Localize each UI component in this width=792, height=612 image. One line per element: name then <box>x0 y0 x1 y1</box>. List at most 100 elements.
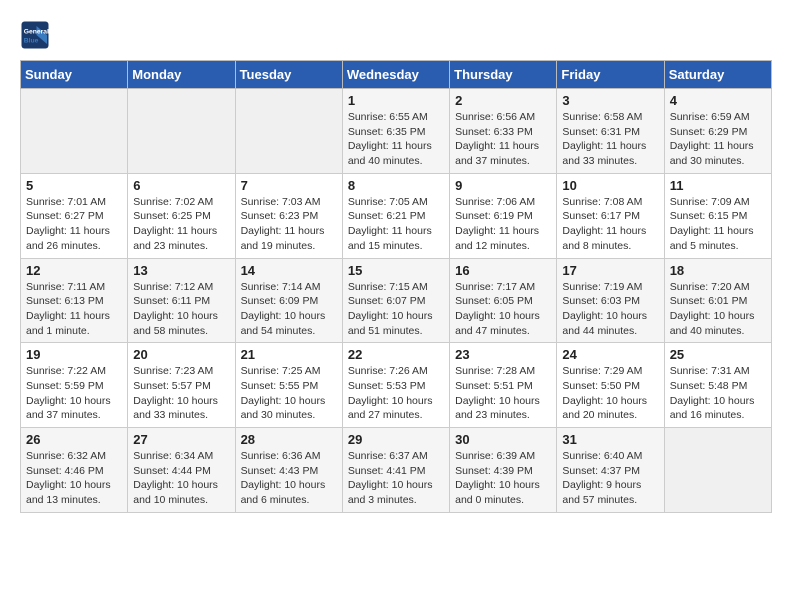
day-of-week-header: Thursday <box>450 61 557 89</box>
calendar-week-row: 26 Sunrise: 6:32 AM Sunset: 4:46 PM Dayli… <box>21 428 772 513</box>
calendar-day-cell: 6 Sunrise: 7:02 AM Sunset: 6:25 PM Daylig… <box>128 173 235 258</box>
day-number: 10 <box>562 178 658 193</box>
day-number: 7 <box>241 178 337 193</box>
day-number: 5 <box>26 178 122 193</box>
day-number: 23 <box>455 347 551 362</box>
calendar-week-row: 5 Sunrise: 7:01 AM Sunset: 6:27 PM Daylig… <box>21 173 772 258</box>
logo-icon: General Blue <box>20 20 50 50</box>
day-number: 4 <box>670 93 766 108</box>
svg-text:General: General <box>24 29 49 36</box>
day-of-week-header: Friday <box>557 61 664 89</box>
day-info: Sunrise: 7:19 AM Sunset: 6:03 PM Dayligh… <box>562 280 658 339</box>
calendar-day-cell: 20 Sunrise: 7:23 AM Sunset: 5:57 PM Dayli… <box>128 343 235 428</box>
calendar-day-cell: 26 Sunrise: 6:32 AM Sunset: 4:46 PM Dayli… <box>21 428 128 513</box>
day-info: Sunrise: 7:06 AM Sunset: 6:19 PM Dayligh… <box>455 195 551 254</box>
calendar-day-cell: 24 Sunrise: 7:29 AM Sunset: 5:50 PM Dayli… <box>557 343 664 428</box>
day-number: 15 <box>348 263 444 278</box>
day-info: Sunrise: 7:03 AM Sunset: 6:23 PM Dayligh… <box>241 195 337 254</box>
calendar-day-cell: 1 Sunrise: 6:55 AM Sunset: 6:35 PM Daylig… <box>342 89 449 174</box>
day-info: Sunrise: 7:01 AM Sunset: 6:27 PM Dayligh… <box>26 195 122 254</box>
day-of-week-header: Tuesday <box>235 61 342 89</box>
calendar-day-cell: 2Sunrise: 6:56 AM Sunset: 6:33 PM Daylig… <box>450 89 557 174</box>
calendar-day-cell: 12 Sunrise: 7:11 AM Sunset: 6:13 PM Dayli… <box>21 258 128 343</box>
day-info: Sunrise: 6:39 AM Sunset: 4:39 PM Dayligh… <box>455 449 551 508</box>
day-info: Sunrise: 7:25 AM Sunset: 5:55 PM Dayligh… <box>241 364 337 423</box>
calendar-day-cell: 22Sunrise: 7:26 AM Sunset: 5:53 PM Dayli… <box>342 343 449 428</box>
calendar-day-cell: 3 Sunrise: 6:58 AM Sunset: 6:31 PM Daylig… <box>557 89 664 174</box>
page-header: General Blue <box>20 20 772 50</box>
day-number: 19 <box>26 347 122 362</box>
calendar-week-row: 19 Sunrise: 7:22 AM Sunset: 5:59 PM Dayli… <box>21 343 772 428</box>
day-info: Sunrise: 6:37 AM Sunset: 4:41 PM Dayligh… <box>348 449 444 508</box>
day-info: Sunrise: 6:56 AM Sunset: 6:33 PM Dayligh… <box>455 110 551 169</box>
day-info: Sunrise: 6:32 AM Sunset: 4:46 PM Dayligh… <box>26 449 122 508</box>
calendar-day-cell: 30Sunrise: 6:39 AM Sunset: 4:39 PM Dayli… <box>450 428 557 513</box>
calendar-day-cell: 23 Sunrise: 7:28 AM Sunset: 5:51 PM Dayli… <box>450 343 557 428</box>
calendar-day-cell: 14 Sunrise: 7:14 AM Sunset: 6:09 PM Dayli… <box>235 258 342 343</box>
day-number: 28 <box>241 432 337 447</box>
day-of-week-header: Monday <box>128 61 235 89</box>
day-info: Sunrise: 7:02 AM Sunset: 6:25 PM Dayligh… <box>133 195 229 254</box>
calendar-week-row: 1 Sunrise: 6:55 AM Sunset: 6:35 PM Daylig… <box>21 89 772 174</box>
svg-text:Blue: Blue <box>24 38 39 45</box>
day-info: Sunrise: 7:28 AM Sunset: 5:51 PM Dayligh… <box>455 364 551 423</box>
day-info: Sunrise: 6:36 AM Sunset: 4:43 PM Dayligh… <box>241 449 337 508</box>
day-number: 6 <box>133 178 229 193</box>
day-info: Sunrise: 7:11 AM Sunset: 6:13 PM Dayligh… <box>26 280 122 339</box>
calendar-day-cell: 18Sunrise: 7:20 AM Sunset: 6:01 PM Dayli… <box>664 258 771 343</box>
day-info: Sunrise: 6:55 AM Sunset: 6:35 PM Dayligh… <box>348 110 444 169</box>
day-info: Sunrise: 7:05 AM Sunset: 6:21 PM Dayligh… <box>348 195 444 254</box>
calendar-day-cell: 4 Sunrise: 6:59 AM Sunset: 6:29 PM Daylig… <box>664 89 771 174</box>
calendar-day-cell: 25 Sunrise: 7:31 AM Sunset: 5:48 PM Dayli… <box>664 343 771 428</box>
calendar-day-cell: 7 Sunrise: 7:03 AM Sunset: 6:23 PM Daylig… <box>235 173 342 258</box>
day-info: Sunrise: 6:58 AM Sunset: 6:31 PM Dayligh… <box>562 110 658 169</box>
day-number: 14 <box>241 263 337 278</box>
day-number: 24 <box>562 347 658 362</box>
day-number: 27 <box>133 432 229 447</box>
day-number: 29 <box>348 432 444 447</box>
day-info: Sunrise: 7:12 AM Sunset: 6:11 PM Dayligh… <box>133 280 229 339</box>
day-info: Sunrise: 6:59 AM Sunset: 6:29 PM Dayligh… <box>670 110 766 169</box>
day-of-week-header: Sunday <box>21 61 128 89</box>
calendar-day-cell: 21 Sunrise: 7:25 AM Sunset: 5:55 PM Dayli… <box>235 343 342 428</box>
calendar-day-cell: 31Sunrise: 6:40 AM Sunset: 4:37 PM Dayli… <box>557 428 664 513</box>
calendar-day-cell: 5 Sunrise: 7:01 AM Sunset: 6:27 PM Daylig… <box>21 173 128 258</box>
calendar-day-cell: 16 Sunrise: 7:17 AM Sunset: 6:05 PM Dayli… <box>450 258 557 343</box>
calendar-day-cell: 28 Sunrise: 6:36 AM Sunset: 4:43 PM Dayli… <box>235 428 342 513</box>
day-number: 21 <box>241 347 337 362</box>
day-number: 1 <box>348 93 444 108</box>
day-number: 12 <box>26 263 122 278</box>
calendar-day-cell: 15 Sunrise: 7:15 AM Sunset: 6:07 PM Dayli… <box>342 258 449 343</box>
calendar-day-cell: 27Sunrise: 6:34 AM Sunset: 4:44 PM Dayli… <box>128 428 235 513</box>
calendar-header-row: SundayMondayTuesdayWednesdayThursdayFrid… <box>21 61 772 89</box>
calendar-day-cell: 9 Sunrise: 7:06 AM Sunset: 6:19 PM Daylig… <box>450 173 557 258</box>
calendar-week-row: 12 Sunrise: 7:11 AM Sunset: 6:13 PM Dayli… <box>21 258 772 343</box>
calendar-day-cell: 8 Sunrise: 7:05 AM Sunset: 6:21 PM Daylig… <box>342 173 449 258</box>
calendar-day-cell: 11 Sunrise: 7:09 AM Sunset: 6:15 PM Dayli… <box>664 173 771 258</box>
day-info: Sunrise: 7:15 AM Sunset: 6:07 PM Dayligh… <box>348 280 444 339</box>
day-number: 20 <box>133 347 229 362</box>
day-number: 26 <box>26 432 122 447</box>
day-number: 8 <box>348 178 444 193</box>
day-info: Sunrise: 7:17 AM Sunset: 6:05 PM Dayligh… <box>455 280 551 339</box>
day-info: Sunrise: 7:23 AM Sunset: 5:57 PM Dayligh… <box>133 364 229 423</box>
day-number: 11 <box>670 178 766 193</box>
day-number: 25 <box>670 347 766 362</box>
day-info: Sunrise: 7:31 AM Sunset: 5:48 PM Dayligh… <box>670 364 766 423</box>
day-info: Sunrise: 7:26 AM Sunset: 5:53 PM Dayligh… <box>348 364 444 423</box>
day-info: Sunrise: 7:22 AM Sunset: 5:59 PM Dayligh… <box>26 364 122 423</box>
day-number: 18 <box>670 263 766 278</box>
day-info: Sunrise: 7:29 AM Sunset: 5:50 PM Dayligh… <box>562 364 658 423</box>
day-number: 16 <box>455 263 551 278</box>
day-number: 9 <box>455 178 551 193</box>
day-info: Sunrise: 7:14 AM Sunset: 6:09 PM Dayligh… <box>241 280 337 339</box>
calendar-empty-cell <box>21 89 128 174</box>
calendar-day-cell: 29 Sunrise: 6:37 AM Sunset: 4:41 PM Dayli… <box>342 428 449 513</box>
day-number: 3 <box>562 93 658 108</box>
calendar-table: SundayMondayTuesdayWednesdayThursdayFrid… <box>20 60 772 513</box>
day-info: Sunrise: 7:09 AM Sunset: 6:15 PM Dayligh… <box>670 195 766 254</box>
day-of-week-header: Saturday <box>664 61 771 89</box>
day-of-week-header: Wednesday <box>342 61 449 89</box>
day-info: Sunrise: 7:08 AM Sunset: 6:17 PM Dayligh… <box>562 195 658 254</box>
day-info: Sunrise: 6:40 AM Sunset: 4:37 PM Dayligh… <box>562 449 658 508</box>
